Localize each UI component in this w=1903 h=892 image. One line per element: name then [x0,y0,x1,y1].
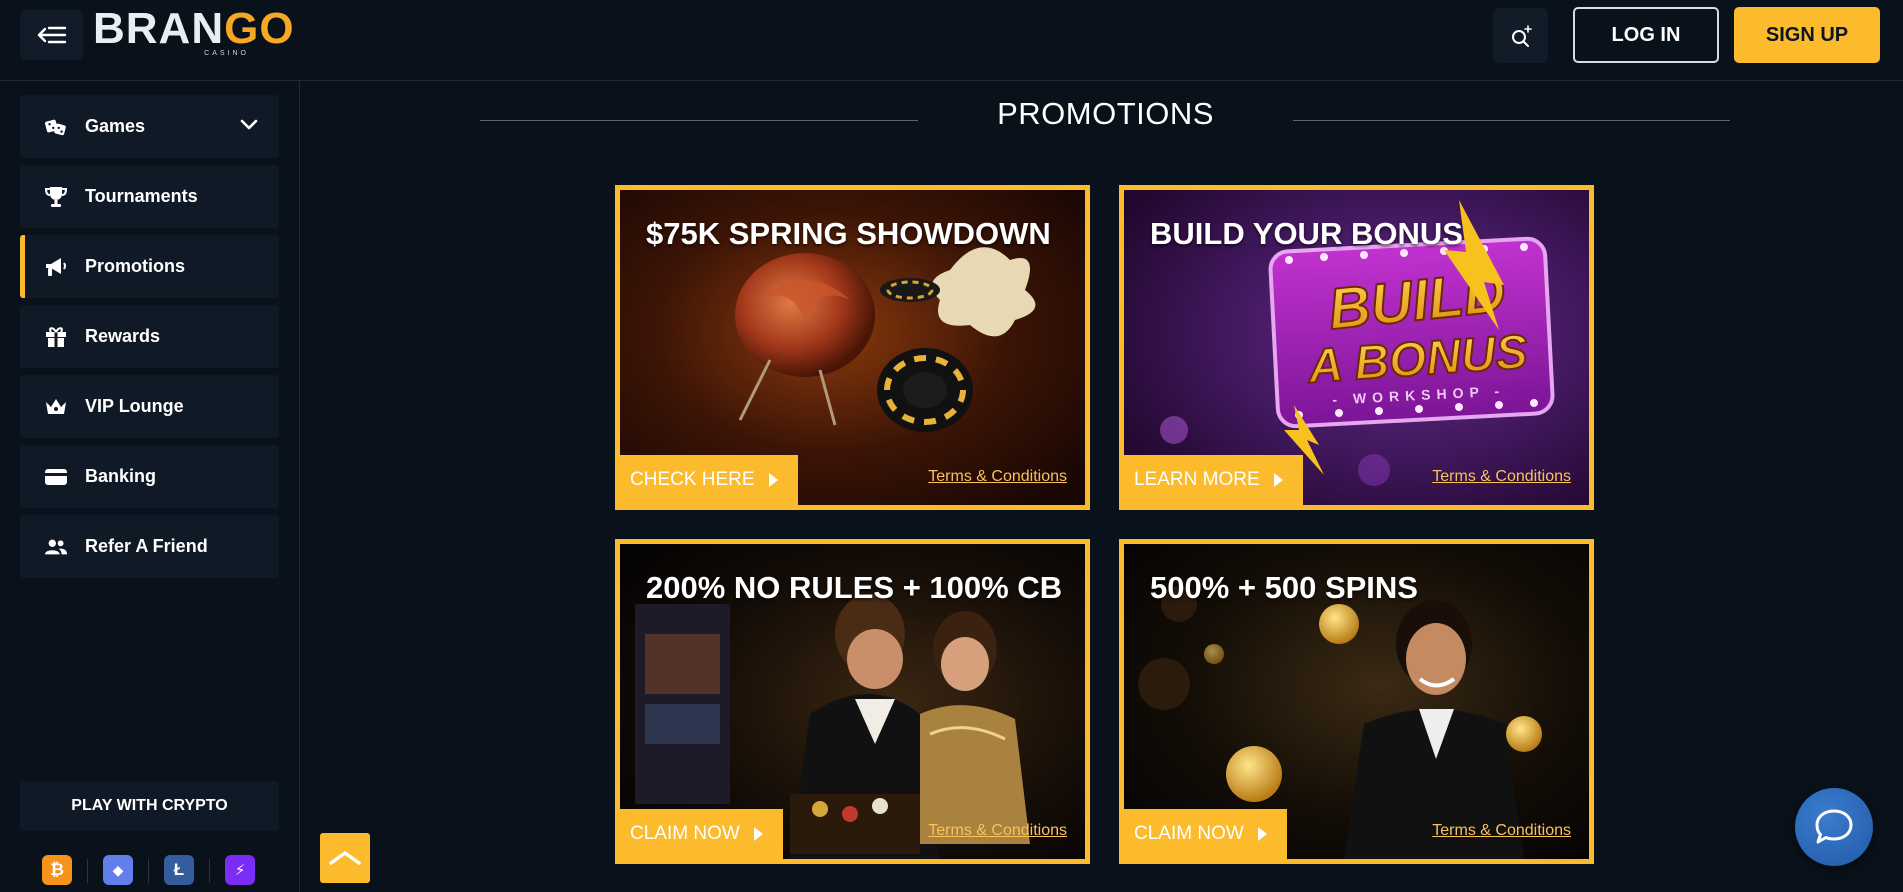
divider [1293,120,1730,121]
promo-title: 500% + 500 SPINS [1150,570,1418,605]
sidebar-item-label: Promotions [85,256,186,276]
logo-text-white: BRAN [93,4,225,53]
sidebar-item-label: Refer A Friend [85,536,208,556]
terms-link[interactable]: Terms & Conditions [1432,468,1571,486]
sidebar-item-games[interactable]: Games [20,95,279,158]
promotions-heading: PROMOTIONS [480,96,1730,136]
sidebar-item-refer-a-friend[interactable]: Refer A Friend [20,515,279,578]
trophy-icon [44,186,68,208]
claim-now-button[interactable]: CLAIM NOW [620,809,783,859]
login-button[interactable]: LOG IN [1573,7,1719,63]
logo-subtitle: CASINO [204,50,249,57]
promo-card-no-rules[interactable]: 200% NO RULES + 100% CB CLAIM NOW Terms … [615,539,1090,864]
ethereum-icon[interactable]: ◆ [103,855,133,885]
check-here-button[interactable]: CHECK HERE [620,455,798,505]
litecoin-icon[interactable]: Ł [164,855,194,885]
logo-text-orange: GO [224,4,295,53]
promo-card-500-spins[interactable]: 500% + 500 SPINS CLAIM NOW Terms & Condi… [1119,539,1594,864]
terms-link[interactable]: Terms & Conditions [1432,822,1571,840]
search-icon [1511,24,1532,47]
sidebar-item-label: Rewards [85,326,161,346]
play-arrow-icon [753,827,763,841]
play-with-crypto-button[interactable]: PLAY WITH CRYPTO [20,781,279,831]
cta-label: LEARN MORE [1134,469,1260,490]
wallet-icon [44,466,68,488]
divider [480,120,918,121]
promo-title: $75K SPRING SHOWDOWN [646,216,1051,251]
sidebar-item-label: Banking [85,466,157,486]
divider [87,859,88,883]
page-title: PROMOTIONS [997,96,1214,131]
search-button[interactable] [1493,8,1548,63]
promo-card-spring-showdown[interactable]: $75K SPRING SHOWDOWN CHECK HERE Terms & … [615,185,1090,510]
sidebar-item-tournaments[interactable]: Tournaments [20,165,279,228]
divider [209,859,210,883]
sidebar-item-vip-lounge[interactable]: VIP Lounge [20,375,279,438]
sidebar: Games Tournaments Promotions Rewards VIP… [0,81,300,892]
cta-label: CLAIM NOW [630,823,740,844]
sidebar-item-label: Tournaments [85,186,198,206]
promo-card-build-your-bonus[interactable]: BUILD A BONUS - WORKSHOP - BUILD YOUR BO… [1119,185,1594,510]
cta-label: CLAIM NOW [1134,823,1244,844]
brand-logo[interactable]: BRANGO CASINO [93,4,294,58]
sidebar-item-label: Games [85,116,146,136]
megaphone-icon [44,256,68,278]
sidebar-toggle-button[interactable] [20,10,83,60]
crypto-coin-list: ₿ ◆ Ł ⚡ [20,851,279,887]
dice-icon [44,116,68,138]
top-header: BRANGO CASINO LOG IN SIGN UP [0,0,1903,81]
chat-bubble-icon [1815,809,1853,844]
signup-button[interactable]: SIGN UP [1734,7,1880,63]
sidebar-item-promotions[interactable]: Promotions [20,235,279,298]
play-arrow-icon [1273,473,1283,487]
chevron-up-icon [329,851,361,865]
learn-more-button[interactable]: LEARN MORE [1124,455,1303,505]
play-arrow-icon [768,473,778,487]
divider [148,859,149,883]
lightning-icon[interactable]: ⚡ [225,855,255,885]
play-arrow-icon [1257,827,1267,841]
sidebar-item-rewards[interactable]: Rewards [20,305,279,368]
users-icon [44,536,68,558]
live-chat-button[interactable] [1795,788,1873,866]
terms-link[interactable]: Terms & Conditions [928,822,1067,840]
gift-icon [44,326,68,348]
scroll-to-top-button[interactable] [320,833,370,883]
menu-collapse-icon [37,26,66,44]
cta-label: CHECK HERE [630,469,755,490]
promo-title: BUILD YOUR BONUS [1150,216,1463,251]
sidebar-item-banking[interactable]: Banking [20,445,279,508]
claim-now-button[interactable]: CLAIM NOW [1124,809,1287,859]
promo-title: 200% NO RULES + 100% CB [646,570,1063,605]
terms-link[interactable]: Terms & Conditions [928,468,1067,486]
crown-icon [44,396,68,418]
chevron-down-icon[interactable] [239,115,259,135]
sidebar-item-label: VIP Lounge [85,396,184,416]
bitcoin-icon[interactable]: ₿ [42,855,72,885]
